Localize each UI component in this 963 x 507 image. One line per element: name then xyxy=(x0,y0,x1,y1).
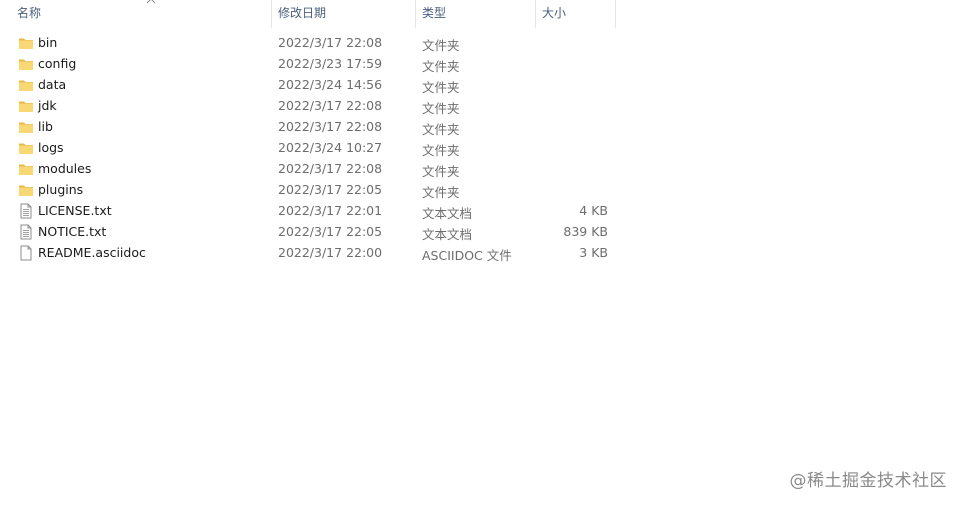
file-name: logs xyxy=(38,140,64,155)
file-modified-date: 2022/3/17 22:05 xyxy=(278,224,383,239)
file-type: 文件夹 xyxy=(422,59,460,74)
file-name: bin xyxy=(38,35,58,50)
column-header-bar: 名称 修改日期 类型 大小 xyxy=(0,0,616,28)
file-row[interactable]: bin 2022/3/17 22:08 文件夹 xyxy=(0,33,620,54)
file-name: lib xyxy=(38,119,53,134)
file-name: config xyxy=(38,56,77,71)
column-header-type-label: 类型 xyxy=(422,6,447,20)
folder-icon xyxy=(18,35,34,51)
file-type: 文件夹 xyxy=(422,101,460,116)
file-row[interactable]: lib 2022/3/17 22:08 文件夹 xyxy=(0,117,620,138)
file-type: 文件夹 xyxy=(422,164,460,179)
file-type: 文件夹 xyxy=(422,185,460,200)
file-name: plugins xyxy=(38,182,84,197)
blank-file-icon xyxy=(18,245,34,261)
file-type: 文件夹 xyxy=(422,80,460,95)
folder-icon xyxy=(18,77,34,93)
file-row[interactable]: README.asciidoc 2022/3/17 22:00 ASCIIDOC 文… xyxy=(0,243,620,264)
file-row[interactable]: plugins 2022/3/17 22:05 文件夹 xyxy=(0,180,620,201)
folder-icon xyxy=(18,119,34,135)
file-row[interactable]: logs 2022/3/24 10:27 文件夹 xyxy=(0,138,620,159)
file-modified-date: 2022/3/17 22:08 xyxy=(278,98,383,113)
file-modified-date: 2022/3/23 17:59 xyxy=(278,56,383,71)
file-row[interactable]: jdk 2022/3/17 22:08 文件夹 xyxy=(0,96,620,117)
file-row[interactable]: config 2022/3/23 17:59 文件夹 xyxy=(0,54,620,75)
file-name: jdk xyxy=(38,98,57,113)
file-size: 839 KB xyxy=(563,224,608,239)
file-name: README.asciidoc xyxy=(38,245,146,260)
file-row[interactable]: data 2022/3/24 14:56 文件夹 xyxy=(0,75,620,96)
file-modified-date: 2022/3/24 14:56 xyxy=(278,77,383,92)
text-file-icon xyxy=(18,203,34,219)
file-size: 4 KB xyxy=(579,203,608,218)
file-list: bin 2022/3/17 22:08 文件夹 config 2022/3/23 17:… xyxy=(0,33,620,264)
folder-icon xyxy=(18,140,34,156)
column-header-name[interactable]: 名称 xyxy=(10,0,272,28)
file-modified-date: 2022/3/24 10:27 xyxy=(278,140,383,155)
file-row[interactable]: modules 2022/3/17 22:08 文件夹 xyxy=(0,159,620,180)
file-type: ASCIIDOC 文件 xyxy=(422,248,512,263)
file-row[interactable]: NOTICE.txt 2022/3/17 22:05 文本文档 839 KB xyxy=(0,222,620,243)
file-explorer: 名称 修改日期 类型 大小 bin 2022/3/17 22:08 文件夹 confi… xyxy=(0,0,963,507)
file-modified-date: 2022/3/17 22:08 xyxy=(278,35,383,50)
file-type: 文本文档 xyxy=(422,206,473,221)
sort-ascending-icon xyxy=(146,0,156,4)
watermark-text: @稀土掘金技术社区 xyxy=(789,471,947,491)
folder-icon xyxy=(18,182,34,198)
column-header-date[interactable]: 修改日期 xyxy=(271,0,416,28)
file-name: modules xyxy=(38,161,92,176)
file-modified-date: 2022/3/17 22:01 xyxy=(278,203,383,218)
file-modified-date: 2022/3/17 22:08 xyxy=(278,119,383,134)
file-modified-date: 2022/3/17 22:08 xyxy=(278,161,383,176)
folder-icon xyxy=(18,161,34,177)
column-header-size[interactable]: 大小 xyxy=(535,0,616,28)
file-row[interactable]: LICENSE.txt 2022/3/17 22:01 文本文档 4 KB xyxy=(0,201,620,222)
text-file-icon xyxy=(18,224,34,240)
file-type: 文件夹 xyxy=(422,143,460,158)
file-name: data xyxy=(38,77,67,92)
file-type: 文件夹 xyxy=(422,38,460,53)
file-size: 3 KB xyxy=(579,245,608,260)
column-header-type[interactable]: 类型 xyxy=(415,0,536,28)
column-header-name-label: 名称 xyxy=(17,6,42,20)
folder-icon xyxy=(18,98,34,114)
file-modified-date: 2022/3/17 22:05 xyxy=(278,182,383,197)
column-header-date-label: 修改日期 xyxy=(278,6,327,20)
file-modified-date: 2022/3/17 22:00 xyxy=(278,245,383,260)
column-header-size-label: 大小 xyxy=(542,6,567,20)
folder-icon xyxy=(18,56,34,72)
file-name: NOTICE.txt xyxy=(38,224,107,239)
file-type: 文件夹 xyxy=(422,122,460,137)
file-type: 文本文档 xyxy=(422,227,473,242)
file-name: LICENSE.txt xyxy=(38,203,112,218)
